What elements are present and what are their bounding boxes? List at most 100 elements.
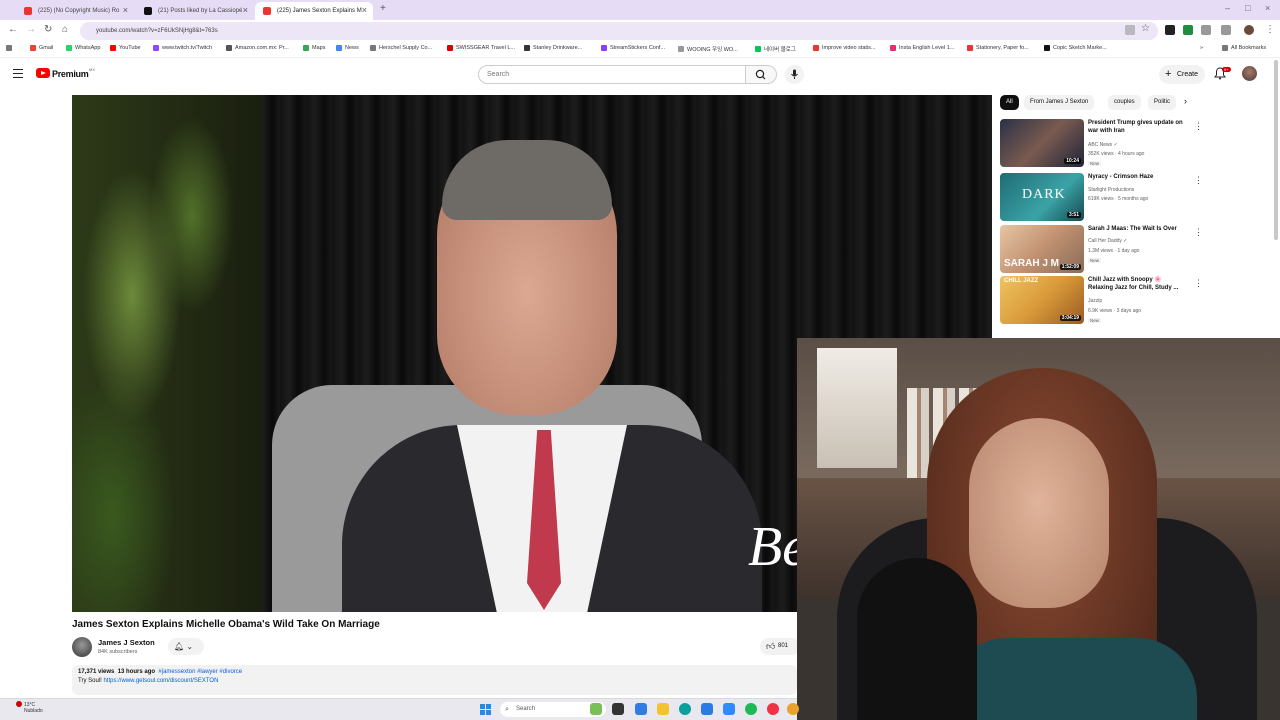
extension-icon[interactable] xyxy=(1165,25,1175,35)
close-window-icon[interactable]: × xyxy=(1265,3,1270,13)
view-count: 17,371 views xyxy=(78,669,115,675)
bookmark-wooing[interactable]: WOOING 우잉 WO... xyxy=(678,45,738,53)
more-options-icon[interactable]: ⋮ xyxy=(1194,121,1203,132)
chip-from-channel[interactable]: From James J Sexton xyxy=(1024,95,1095,110)
extensions-puzzle-icon[interactable] xyxy=(1201,25,1211,35)
chrome-icon[interactable] xyxy=(767,703,779,715)
more-options-icon[interactable]: ⋮ xyxy=(1194,278,1203,289)
like-count: 801 xyxy=(778,643,789,649)
new-tab-icon[interactable]: + xyxy=(380,3,386,14)
search-icon: ⌕ xyxy=(505,706,509,713)
duration-badge: 10:24 xyxy=(1064,158,1081,164)
channel-avatar[interactable] xyxy=(72,637,92,657)
browser-tab-2[interactable]: (21) Posts liked by La Cassiopé × xyxy=(136,2,254,20)
task-view-icon[interactable] xyxy=(612,703,624,715)
bookmark-news[interactable]: News xyxy=(336,45,359,51)
spotify-icon[interactable] xyxy=(745,703,757,715)
webcam-window-light xyxy=(817,348,897,468)
weather-widget[interactable]: 13°C Nublado xyxy=(24,702,43,714)
user-avatar[interactable] xyxy=(1242,66,1257,81)
bookmark-naver[interactable]: 네이버 블로그 xyxy=(755,45,796,53)
maximize-icon[interactable]: □ xyxy=(1245,3,1250,13)
page-scrollbar[interactable] xyxy=(1274,60,1278,240)
recommendation-item[interactable]: CHILL JAZZ 3:04:19 Chill Jazz with Snoop… xyxy=(1000,276,1210,326)
promo-link[interactable]: https://www.getsoul.com/discount/SEXTON xyxy=(103,678,218,684)
close-tab-icon[interactable]: × xyxy=(243,5,248,15)
edge-icon[interactable] xyxy=(635,703,647,715)
tab-title: (225) James Sexton Explains M xyxy=(277,8,362,14)
recommendation-item[interactable]: 10:24 President Trump gives update on wa… xyxy=(1000,119,1210,169)
voice-search-button[interactable] xyxy=(785,65,804,84)
bookmarks-overflow-icon[interactable]: » xyxy=(1200,45,1203,51)
bookmark-video-stats[interactable]: Improve video statis... xyxy=(813,45,876,51)
download-icon[interactable] xyxy=(1221,25,1231,35)
weather-alert-icon xyxy=(16,701,22,707)
bookmark-herschel[interactable]: Herschel Supply Co... xyxy=(370,45,432,51)
close-tab-icon[interactable]: × xyxy=(123,5,128,15)
edge-browser-icon[interactable] xyxy=(679,703,691,715)
all-bookmarks[interactable]: All Bookmarks xyxy=(1222,45,1266,51)
create-button[interactable]: + Create xyxy=(1159,65,1205,84)
bookmark-stanley[interactable]: Stanley Drinkware... xyxy=(524,45,582,51)
x-icon xyxy=(144,7,152,15)
recommendation-item[interactable]: DARK 3:51 Nyracy - Crimson Haze Starligh… xyxy=(1000,173,1210,223)
home-icon[interactable]: ⌂ xyxy=(62,24,68,35)
recommendation-item[interactable]: SARAH J M 1:52:09 Sarah J Maas: The Wait… xyxy=(1000,225,1210,275)
app-icon[interactable] xyxy=(787,703,799,715)
store-icon[interactable] xyxy=(701,703,713,715)
bookmark-gmail[interactable]: Gmail xyxy=(30,45,53,51)
chip-all[interactable]: All xyxy=(1000,95,1019,110)
apps-grid-icon[interactable] xyxy=(6,45,15,51)
install-icon[interactable] xyxy=(1125,25,1135,35)
profile-avatar[interactable] xyxy=(1244,25,1254,35)
bookmark-star-icon[interactable]: ☆ xyxy=(1141,23,1150,34)
chip-politics[interactable]: Politic xyxy=(1148,95,1177,110)
close-tab-icon[interactable]: × xyxy=(362,5,367,15)
more-options-icon[interactable]: ⋮ xyxy=(1194,227,1203,238)
bookmark-swissgear[interactable]: SWISSGEAR Travel L... xyxy=(447,45,515,51)
bookmark-twitch[interactable]: www.twitch.tv/Twitch xyxy=(153,45,212,51)
bookmark-insta-english[interactable]: Insta English Level 1... xyxy=(890,45,954,51)
browser-tab-3[interactable]: (225) James Sexton Explains M × xyxy=(255,2,373,20)
brand-name[interactable]: Premium xyxy=(52,69,89,79)
rec-channel: Jazzip xyxy=(1088,298,1103,304)
file-explorer-icon[interactable] xyxy=(657,703,669,715)
bookmark-copic[interactable]: Copic Sketch Marke... xyxy=(1044,45,1107,51)
zoom-icon[interactable] xyxy=(723,703,735,715)
search-button[interactable] xyxy=(745,65,777,84)
browser-tab-1[interactable]: (225) (No Copyright Music) Ro × xyxy=(16,2,134,20)
description-box[interactable]: 17,371 views 13 hours ago #jamessexton #… xyxy=(72,665,797,695)
widget-icon[interactable] xyxy=(590,703,602,715)
search-input[interactable]: Search xyxy=(478,65,746,84)
channel-name[interactable]: James J Sexton xyxy=(98,638,155,647)
bookmark-amazon[interactable]: Amazon.com.mx: Pr... xyxy=(226,45,289,51)
bookmark-streamstickers[interactable]: StreamStickers Conf... xyxy=(601,45,665,51)
hashtags[interactable]: #jamessexton #lawyer #divorce xyxy=(158,669,242,675)
bookmark-whatsapp[interactable]: WhatsApp xyxy=(66,45,100,51)
tab-title: (225) (No Copyright Music) Ro xyxy=(38,8,120,14)
subscription-bell-button[interactable]: 🔔︎ ⌄ xyxy=(168,638,204,655)
chip-couples[interactable]: couples xyxy=(1108,95,1141,110)
more-options-icon[interactable]: ⋮ xyxy=(1194,175,1203,186)
extension-icon[interactable] xyxy=(1183,25,1193,35)
back-icon[interactable]: ← xyxy=(8,24,18,35)
youtube-logo-icon[interactable] xyxy=(36,68,50,78)
bookmark-maps[interactable]: Maps xyxy=(303,45,325,51)
youtube-header: Premium MX Search + Create xyxy=(0,58,1280,92)
bookmark-stationery[interactable]: Stationery, Paper fo... xyxy=(967,45,1029,51)
hamburger-menu-icon[interactable] xyxy=(13,69,23,78)
forward-icon[interactable]: → xyxy=(26,24,36,35)
rec-title: President Trump gives update on war with… xyxy=(1088,120,1183,134)
reload-icon[interactable]: ↻ xyxy=(44,24,52,35)
video-thumbnail: DARK 3:51 xyxy=(1000,173,1084,221)
video-thumbnail: SARAH J M 1:52:09 xyxy=(1000,225,1084,273)
minimize-icon[interactable]: – xyxy=(1225,3,1230,13)
bookmark-youtube[interactable]: YouTube xyxy=(110,45,141,51)
rec-title: Nyracy - Crimson Haze xyxy=(1088,174,1154,180)
like-button[interactable]: 👍︎ 801 xyxy=(760,638,800,655)
windows-start-icon[interactable] xyxy=(480,704,491,715)
browser-menu-icon[interactable]: ⋮ xyxy=(1265,24,1275,35)
chevron-right-icon[interactable]: › xyxy=(1184,96,1187,106)
webcam-overlay xyxy=(797,338,1280,720)
address-bar[interactable]: youtube.com/watch?v=zF6UkSNjHg8&t=763s xyxy=(80,22,1158,40)
